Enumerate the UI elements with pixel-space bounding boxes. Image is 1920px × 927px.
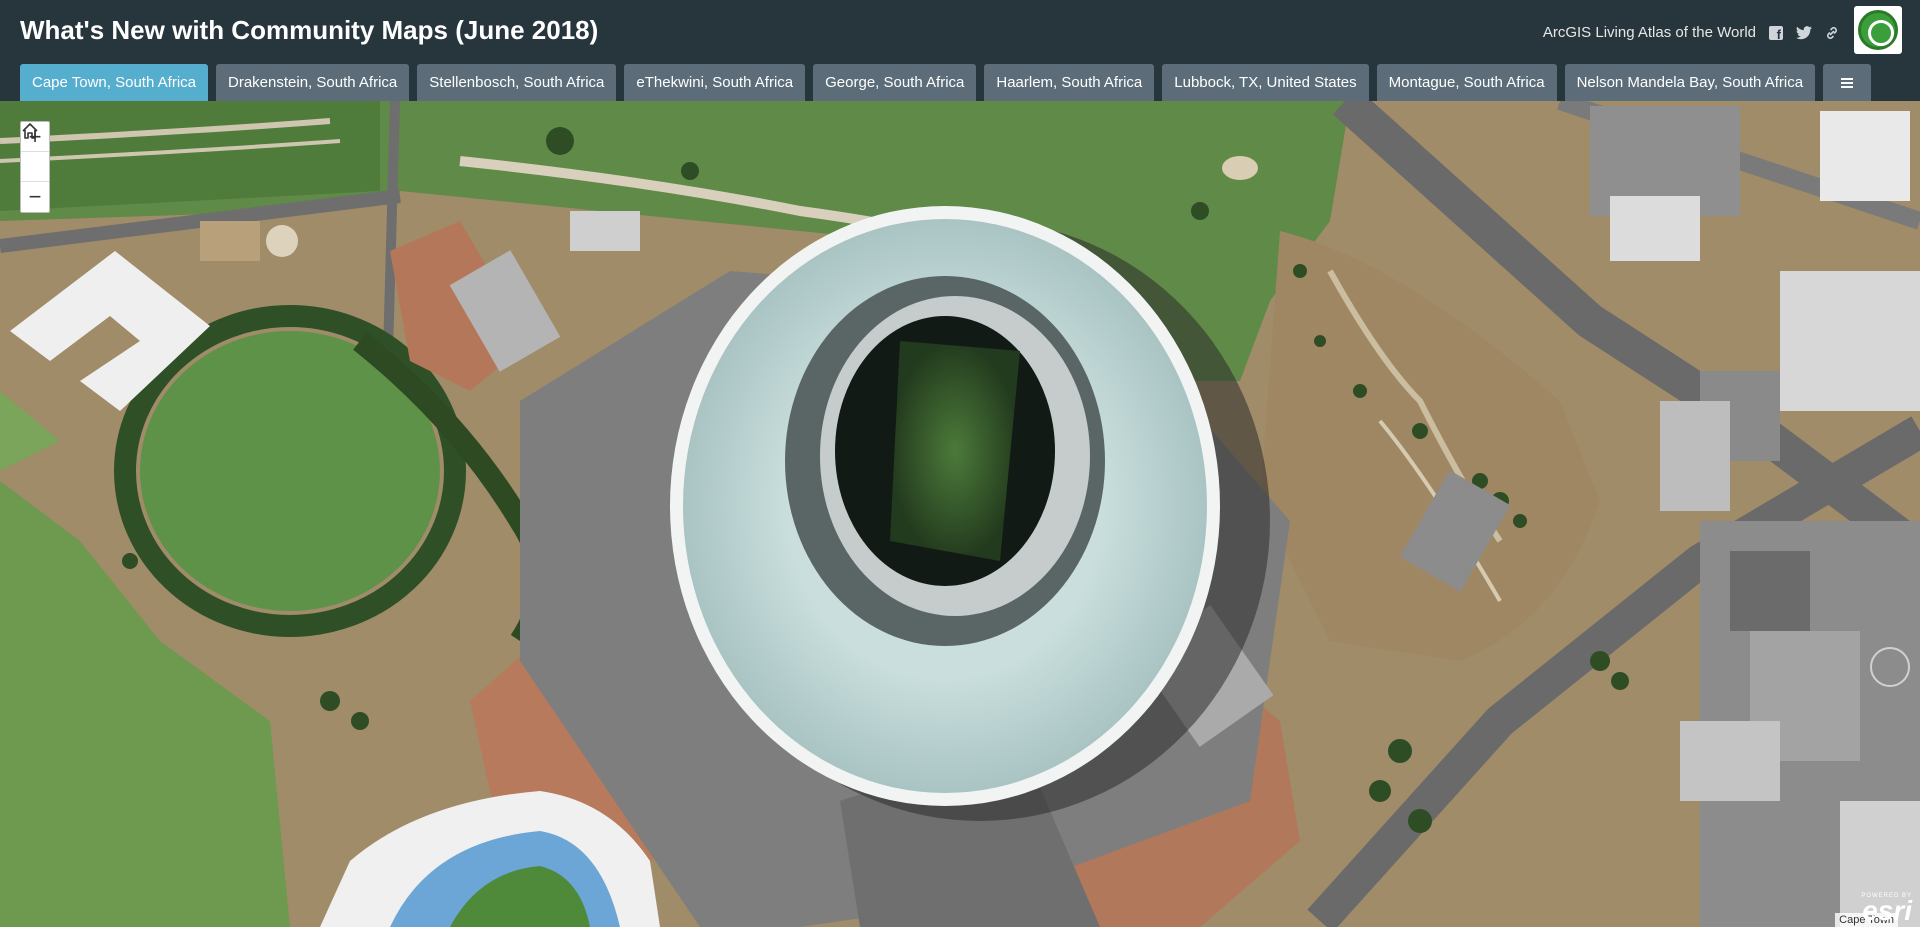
tab-lubbock[interactable]: Lubbock, TX, United States [1162, 64, 1369, 101]
header-links: ArcGIS Living Atlas of the World [1543, 24, 1840, 42]
tab-cape-town[interactable]: Cape Town, South Africa [20, 64, 208, 101]
twitter-icon[interactable] [1796, 25, 1812, 41]
living-atlas-link[interactable]: ArcGIS Living Atlas of the World [1543, 24, 1756, 41]
story-tabs: Cape Town, South Africa Drakenstein, Sou… [20, 64, 1872, 101]
map-view[interactable]: + − Cape Town POWERED BY esri [0, 101, 1920, 927]
tab-montague[interactable]: Montague, South Africa [1376, 64, 1557, 101]
page-title: What's New with Community Maps (June 201… [20, 15, 599, 45]
compass-icon[interactable] [1870, 647, 1910, 687]
tab-drakenstein[interactable]: Drakenstein, South Africa [216, 64, 410, 101]
tab-nelson-mandela-bay[interactable]: Nelson Mandela Bay, South Africa [1564, 64, 1816, 101]
home-button[interactable] [21, 123, 49, 182]
facebook-icon[interactable] [1768, 25, 1784, 42]
more-tabs-button[interactable] [1823, 64, 1872, 101]
zoom-controls: + − [20, 121, 50, 213]
menu-icon [1841, 77, 1854, 88]
tab-stellenbosch[interactable]: Stellenbosch, South Africa [417, 64, 617, 101]
link-icon[interactable] [1824, 25, 1840, 41]
zoom-out-button[interactable]: − [21, 182, 49, 212]
app-header: What's New with Community Maps (June 201… [0, 0, 1920, 101]
living-atlas-logo[interactable] [1854, 6, 1902, 54]
tab-haarlem[interactable]: Haarlem, South Africa [984, 64, 1155, 101]
esri-logo[interactable]: POWERED BY esri [1861, 893, 1912, 925]
home-icon [22, 123, 38, 139]
satellite-imagery [0, 101, 1920, 927]
tab-ethekwini[interactable]: eThekwini, South Africa [624, 64, 806, 101]
tab-george[interactable]: George, South Africa [813, 64, 977, 101]
